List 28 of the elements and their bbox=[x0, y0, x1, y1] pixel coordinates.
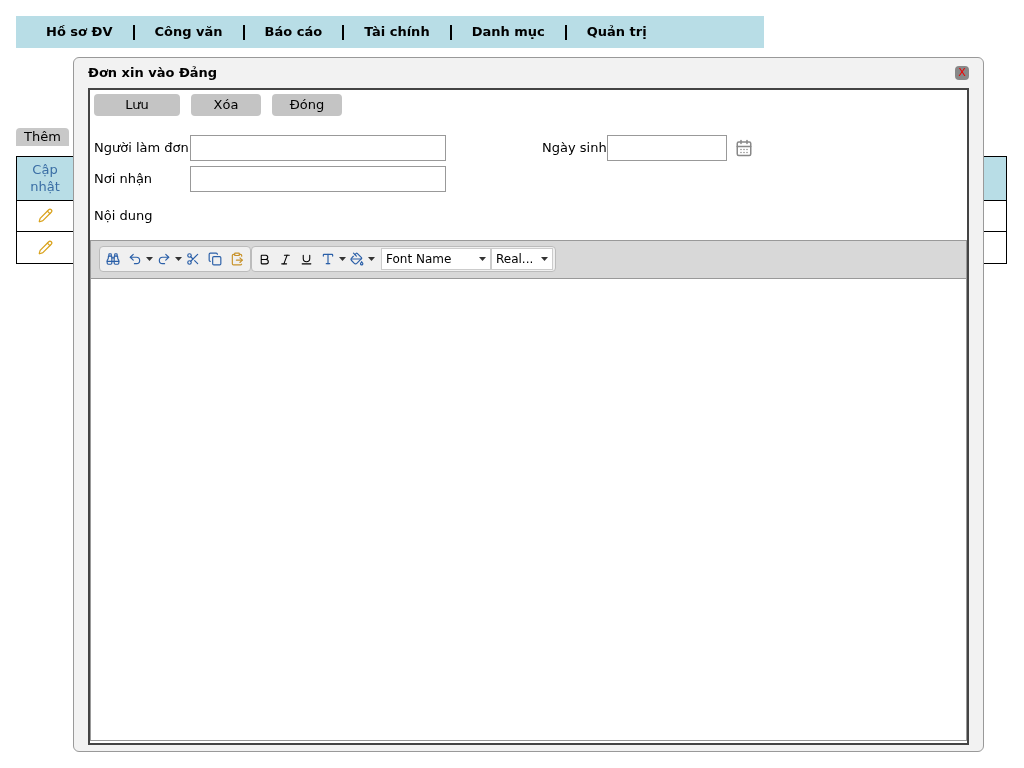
content-label: Nội dung bbox=[93, 207, 153, 225]
nav-link[interactable]: Danh mục bbox=[465, 22, 551, 42]
nav-link[interactable]: Hồ sơ ĐV bbox=[40, 22, 119, 42]
dialog-button[interactable]: Lưu bbox=[94, 94, 180, 116]
font-name-dropdown[interactable]: Font Name bbox=[381, 248, 491, 270]
font-size-dropdown[interactable]: Real... bbox=[491, 248, 553, 270]
nav-link[interactable]: Tài chính bbox=[358, 22, 436, 42]
field-label: Người làm đơn bbox=[94, 139, 190, 158]
caret-icon[interactable] bbox=[368, 257, 375, 261]
calendar-icon[interactable] bbox=[734, 139, 753, 157]
column-header: Cập nhật bbox=[29, 160, 61, 196]
caret-icon[interactable] bbox=[339, 257, 346, 261]
field-label: Ngày sinh bbox=[542, 139, 607, 158]
text-field[interactable] bbox=[190, 166, 446, 192]
dialog-button[interactable]: Đóng bbox=[272, 94, 342, 116]
caret-icon[interactable] bbox=[146, 257, 153, 261]
dialog-title: Đơn xin vào Đảng bbox=[88, 64, 218, 83]
nav-link[interactable]: Báo cáo bbox=[258, 22, 329, 42]
date-field[interactable] bbox=[606, 135, 727, 161]
add-button[interactable]: Thêm bbox=[16, 128, 69, 146]
dialog-button[interactable]: Xóa bbox=[191, 94, 261, 116]
text-field[interactable] bbox=[190, 135, 446, 161]
nav-link[interactable]: Công văn bbox=[148, 22, 229, 42]
caret-icon[interactable] bbox=[479, 257, 486, 261]
field-label: Nơi nhận bbox=[94, 170, 154, 189]
nav-link[interactable]: Quản trị bbox=[580, 22, 653, 42]
caret-icon[interactable] bbox=[541, 257, 548, 261]
caret-icon[interactable] bbox=[175, 257, 182, 261]
